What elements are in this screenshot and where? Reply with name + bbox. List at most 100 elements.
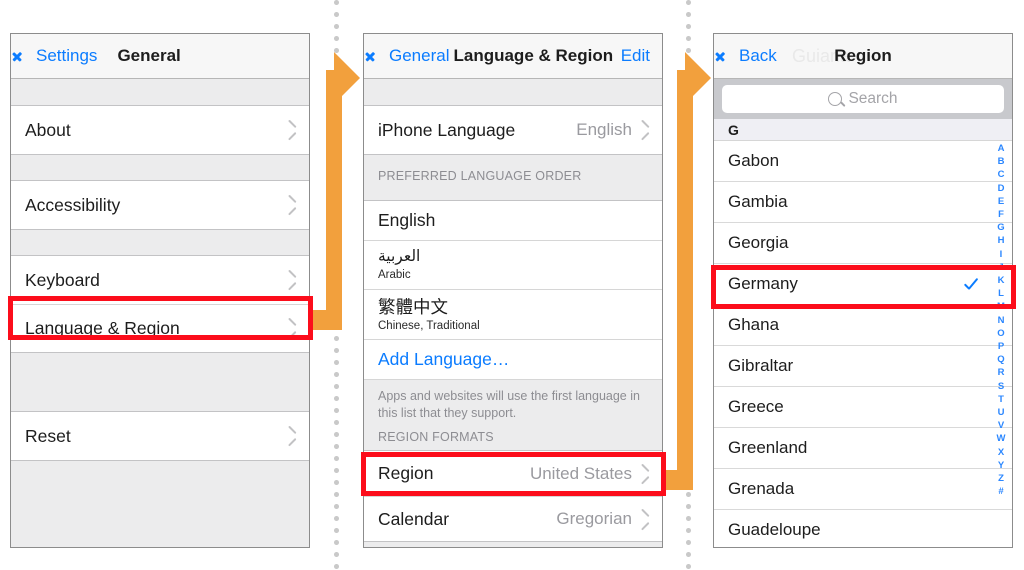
navbar-language-region: General Language & Region Edit bbox=[364, 34, 662, 79]
country-name: Gibraltar bbox=[728, 356, 794, 375]
language-item-english[interactable]: English bbox=[364, 201, 662, 241]
row-iphone-language[interactable]: iPhone Language English bbox=[364, 106, 662, 154]
row-reset[interactable]: Reset bbox=[11, 412, 309, 460]
language-item-primary: 繁體中文 bbox=[378, 296, 448, 317]
list-item[interactable]: Gibraltar bbox=[714, 346, 1012, 387]
alphabet-index-letter[interactable]: C bbox=[998, 168, 1005, 181]
list-item[interactable]: Greenland bbox=[714, 428, 1012, 469]
row-calendar-value: Gregorian bbox=[556, 509, 632, 529]
alphabet-index-letter[interactable]: M bbox=[997, 300, 1005, 313]
alphabet-index[interactable]: A B C D E F G H I J K L M N O P Q R S T U V W X Y Z # bbox=[993, 142, 1009, 498]
alphabet-index-letter[interactable]: F bbox=[998, 208, 1004, 221]
list-item[interactable]: Guadeloupe bbox=[714, 510, 1012, 547]
list-item[interactable]: Georgia bbox=[714, 223, 1012, 264]
country-name: Gabon bbox=[728, 151, 780, 170]
list-item[interactable]: Grenada bbox=[714, 469, 1012, 510]
row-region[interactable]: Region United States bbox=[364, 451, 662, 497]
row-accessibility[interactable]: Accessibility bbox=[11, 181, 309, 229]
list-item[interactable]: Gabon bbox=[714, 141, 1012, 182]
language-item-sub: Chinese, Traditional bbox=[378, 319, 480, 332]
country-name: Guadeloupe bbox=[728, 520, 821, 539]
alphabet-index-letter[interactable]: V bbox=[998, 419, 1004, 432]
chevron-right-icon bbox=[288, 273, 297, 288]
alphabet-index-letter[interactable]: N bbox=[998, 314, 1005, 327]
row-language-and-region[interactable]: Language & Region bbox=[11, 304, 309, 352]
list-item[interactable]: Greece bbox=[714, 387, 1012, 428]
country-name: Gambia bbox=[728, 192, 788, 211]
checkmark-icon bbox=[963, 277, 978, 292]
search-icon bbox=[828, 92, 843, 106]
section-header-letter-g: G bbox=[714, 119, 1012, 141]
alphabet-index-letter[interactable]: A bbox=[998, 142, 1005, 155]
list-gap bbox=[11, 352, 309, 412]
language-item-sub: Arabic bbox=[378, 268, 411, 281]
row-accessibility-label: Accessibility bbox=[25, 194, 121, 215]
row-keyboard[interactable]: Keyboard bbox=[11, 256, 309, 304]
back-button-general[interactable]: General bbox=[364, 46, 449, 66]
row-iphone-language-label: iPhone Language bbox=[378, 119, 516, 140]
search-input[interactable]: Search bbox=[722, 85, 1004, 113]
country-name: Georgia bbox=[728, 233, 789, 252]
alphabet-index-letter[interactable]: B bbox=[998, 155, 1005, 168]
list-item[interactable]: Ghana bbox=[714, 305, 1012, 346]
chevron-left-icon bbox=[20, 47, 31, 65]
back-button-settings[interactable]: Settings bbox=[11, 46, 97, 66]
alphabet-index-letter[interactable]: X bbox=[998, 446, 1004, 459]
chevron-left-icon bbox=[373, 47, 384, 65]
ghost-scroll-text: Guiana bbox=[792, 46, 851, 66]
alphabet-index-letter[interactable]: S bbox=[998, 380, 1004, 393]
alphabet-index-letter[interactable]: I bbox=[1000, 248, 1003, 261]
edit-button[interactable]: Edit bbox=[621, 46, 650, 66]
search-bar-container: Search bbox=[714, 79, 1012, 119]
country-name: Greenland bbox=[728, 438, 808, 457]
alphabet-index-letter[interactable]: Y bbox=[998, 459, 1004, 472]
back-button-label: Settings bbox=[36, 46, 98, 65]
list-gap-bottom bbox=[11, 460, 309, 547]
language-item-arabic[interactable]: العربية Arabic bbox=[364, 241, 662, 290]
alphabet-index-letter[interactable]: K bbox=[998, 274, 1005, 287]
section-header-preferred-language-order: PREFERRED LANGUAGE ORDER bbox=[364, 154, 662, 201]
country-name: Grenada bbox=[728, 479, 795, 498]
list-item[interactable]: Gambia bbox=[714, 182, 1012, 223]
alphabet-index-letter[interactable]: D bbox=[998, 182, 1005, 195]
chevron-right-icon bbox=[288, 429, 297, 444]
alphabet-index-letter[interactable]: H bbox=[998, 234, 1005, 247]
panel-language-region: General Language & Region Edit iPhone La… bbox=[363, 33, 663, 548]
add-language-button[interactable]: Add Language… bbox=[364, 340, 662, 381]
alphabet-index-letter[interactable]: R bbox=[998, 366, 1005, 379]
alphabet-index-letter[interactable]: J bbox=[998, 261, 1003, 274]
list-item-germany[interactable]: Germany bbox=[714, 264, 1012, 305]
alphabet-index-letter[interactable]: W bbox=[997, 432, 1006, 445]
row-about[interactable]: About bbox=[11, 106, 309, 154]
navbar-region: Guiana Back Region bbox=[714, 34, 1012, 79]
page-title-language-region: Language & Region bbox=[453, 46, 614, 65]
country-name: Germany bbox=[728, 274, 798, 293]
language-item-primary: العربية bbox=[378, 248, 421, 265]
row-reset-label: Reset bbox=[25, 425, 71, 446]
alphabet-index-letter[interactable]: L bbox=[998, 287, 1004, 300]
row-region-value: United States bbox=[529, 463, 632, 483]
alphabet-index-letter[interactable]: T bbox=[998, 393, 1004, 406]
back-button-label: General bbox=[389, 46, 450, 65]
alphabet-index-letter[interactable]: G bbox=[997, 221, 1004, 234]
alphabet-index-letter[interactable]: P bbox=[998, 340, 1004, 353]
chevron-right-icon bbox=[641, 123, 650, 138]
row-calendar[interactable]: Calendar Gregorian bbox=[364, 496, 662, 542]
alphabet-index-letter[interactable]: O bbox=[997, 327, 1004, 340]
page-title-general: General bbox=[117, 46, 181, 65]
alphabet-index-letter[interactable]: Z bbox=[998, 472, 1004, 485]
row-keyboard-label: Keyboard bbox=[25, 269, 100, 290]
alphabet-index-letter[interactable]: E bbox=[998, 195, 1004, 208]
list-gap-bottom bbox=[364, 541, 662, 547]
alphabet-index-letter[interactable]: # bbox=[998, 485, 1003, 498]
chevron-right-icon bbox=[641, 466, 650, 481]
chevron-right-icon bbox=[288, 123, 297, 138]
flow-arrow-1 bbox=[312, 52, 360, 330]
alphabet-index-letter[interactable]: U bbox=[998, 406, 1005, 419]
language-item-primary: English bbox=[378, 210, 436, 230]
back-button-region[interactable]: Back bbox=[714, 46, 777, 66]
list-gap bbox=[11, 229, 309, 256]
language-item-chinese-traditional[interactable]: 繁體中文 Chinese, Traditional bbox=[364, 289, 662, 341]
alphabet-index-letter[interactable]: Q bbox=[997, 353, 1004, 366]
row-iphone-language-value: English bbox=[576, 120, 632, 139]
